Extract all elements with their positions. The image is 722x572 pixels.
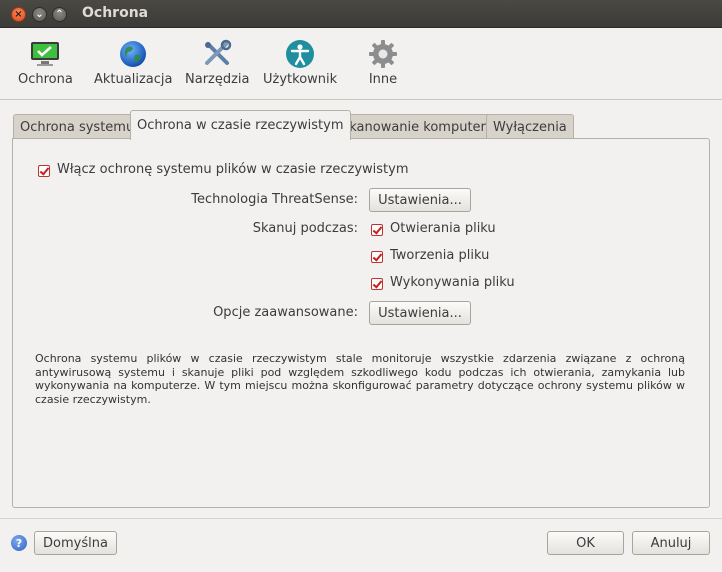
globe-icon (117, 38, 149, 70)
tools-icon (201, 38, 233, 70)
minimize-icon: ⌄ (35, 8, 44, 20)
help-icon[interactable]: ? (11, 535, 27, 551)
accessibility-icon (284, 38, 316, 70)
close-window-button[interactable]: × (11, 7, 26, 22)
toolbar-item-inne[interactable]: Inne (367, 38, 399, 87)
enable-realtime-checkbox[interactable] (38, 165, 50, 177)
toolbar-item-uzytkownik[interactable]: Użytkownik (263, 38, 337, 87)
scan-create-label: Tworzenia pliku (390, 248, 490, 263)
cancel-button[interactable]: Anuluj (632, 531, 710, 555)
window-title: Ochrona (82, 5, 149, 21)
scan-execute-checkbox[interactable] (371, 278, 383, 290)
ok-button[interactable]: OK (547, 531, 624, 555)
gear-icon (367, 38, 399, 70)
scan-on-label: Skanuj podczas: (252, 221, 358, 236)
toolbar-divider (0, 99, 722, 100)
threatsense-label: Technologia ThreatSense: (191, 192, 358, 207)
tab-panel (12, 138, 710, 508)
footer-divider (0, 518, 722, 519)
title-bar: × ⌄ ⌃ Ochrona (0, 0, 722, 28)
maximize-window-button[interactable]: ⌃ (52, 7, 67, 22)
default-button[interactable]: Domyślna (34, 531, 117, 555)
scan-create-checkbox[interactable] (371, 251, 383, 263)
scan-execute-label: Wykonywania pliku (390, 275, 515, 290)
threatsense-settings-button[interactable]: Ustawienia... (369, 188, 471, 212)
enable-realtime-label: Włącz ochronę systemu plików w czasie rz… (57, 162, 409, 177)
toolbar-item-narzedzia[interactable]: Narzędzia (185, 38, 250, 87)
toolbar-item-ochrona[interactable]: Ochrona (18, 38, 73, 87)
toolbar: Ochrona Aktualizacja Narzędzia Użytkowni… (0, 28, 722, 98)
minimize-window-button[interactable]: ⌄ (32, 7, 47, 22)
tab-skanowanie-komputera[interactable]: Skanowanie komputera (334, 114, 501, 139)
close-icon: × (14, 8, 23, 20)
toolbar-label: Użytkownik (263, 72, 338, 87)
toolbar-label: Aktualizacja (94, 72, 173, 87)
tab-ochrona-w-czasie-rzeczywistym[interactable]: Ochrona w czasie rzeczywistym (130, 110, 351, 140)
maximize-icon: ⌃ (55, 8, 64, 20)
advanced-options-label: Opcje zaawansowane: (213, 305, 358, 320)
toolbar-item-aktualizacja[interactable]: Aktualizacja (94, 38, 172, 87)
toolbar-label: Inne (368, 72, 398, 87)
scan-open-checkbox[interactable] (371, 224, 383, 236)
monitor-check-icon (29, 38, 61, 70)
advanced-settings-button[interactable]: Ustawienia... (369, 301, 471, 325)
toolbar-label: Ochrona (18, 72, 73, 87)
tab-ochrona-systemu[interactable]: Ochrona systemu (13, 114, 142, 139)
description-text: Ochrona systemu plików w czasie rzeczywi… (35, 352, 685, 406)
scan-open-label: Otwierania pliku (390, 221, 496, 236)
toolbar-label: Narzędzia (185, 72, 250, 87)
tab-wylaczenia[interactable]: Wyłączenia (486, 114, 574, 139)
